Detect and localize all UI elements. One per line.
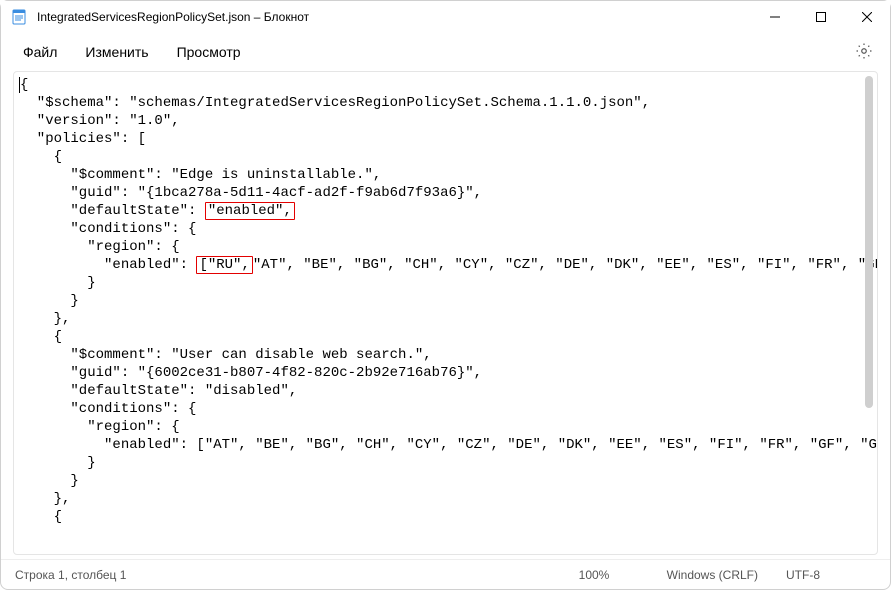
minimize-button[interactable] <box>752 1 798 33</box>
code-line: "version": "1.0", <box>20 113 180 129</box>
status-bar: Строка 1, столбец 1 100% Windows (CRLF) … <box>1 559 890 589</box>
code-line: { <box>20 149 62 165</box>
maximize-button[interactable] <box>798 1 844 33</box>
code-line: "enabled": <box>20 257 196 273</box>
menu-bar: Файл Изменить Просмотр <box>1 33 890 71</box>
menu-edit[interactable]: Изменить <box>71 38 162 66</box>
code-line: "region": { <box>20 239 180 255</box>
scrollbar-thumb[interactable] <box>865 76 873 408</box>
code-line: }, <box>20 491 70 507</box>
code-line: "AT", "BE", "BG", "CH", "CY", "CZ", "DE"… <box>253 257 878 273</box>
code-line: "guid": "{1bca278a-5d11-4acf-ad2f-f9ab6d… <box>20 185 482 201</box>
menu-view[interactable]: Просмотр <box>163 38 255 66</box>
code-line: "conditions": { <box>20 221 196 237</box>
code-line: "conditions": { <box>20 401 196 417</box>
code-line: "$comment": "User can disable web search… <box>20 347 432 363</box>
code-line: } <box>20 473 79 489</box>
code-line: "defaultState": <box>20 203 205 219</box>
status-line-ending[interactable]: Windows (CRLF) <box>667 568 758 582</box>
code-line: "policies": [ <box>20 131 146 147</box>
code-line: }, <box>20 311 70 327</box>
highlight-enabled: "enabled", <box>205 202 295 220</box>
vertical-scrollbar[interactable] <box>865 76 875 550</box>
window-title: IntegratedServicesRegionPolicySet.json –… <box>37 10 309 24</box>
status-encoding[interactable]: UTF-8 <box>786 568 876 582</box>
menu-file[interactable]: Файл <box>9 38 71 66</box>
code-line: } <box>20 275 96 291</box>
code-line: { <box>20 329 62 345</box>
code-line: { <box>20 77 28 93</box>
code-line: "$schema": "schemas/IntegratedServicesRe… <box>20 95 650 111</box>
code-line: "$comment": "Edge is uninstallable.", <box>20 167 381 183</box>
gear-icon <box>855 42 873 63</box>
code-line: } <box>20 293 79 309</box>
status-zoom[interactable]: 100% <box>579 568 639 582</box>
text-editor[interactable]: { "$schema": "schemas/IntegratedServices… <box>13 71 878 555</box>
status-position: Строка 1, столбец 1 <box>15 568 126 582</box>
settings-button[interactable] <box>846 34 882 70</box>
code-line: "enabled": ["AT", "BE", "BG", "CH", "CY"… <box>20 437 878 453</box>
code-line: { <box>20 509 62 525</box>
code-line: "region": { <box>20 419 180 435</box>
highlight-ru: ["RU", <box>196 256 252 274</box>
window-titlebar: IntegratedServicesRegionPolicySet.json –… <box>1 1 890 33</box>
code-line: } <box>20 455 96 471</box>
notepad-icon <box>11 9 27 25</box>
close-button[interactable] <box>844 1 890 33</box>
code-line: "defaultState": "disabled", <box>20 383 297 399</box>
code-content[interactable]: { "$schema": "schemas/IntegratedServices… <box>14 72 877 530</box>
code-line: "guid": "{6002ce31-b807-4f82-820c-2b92e7… <box>20 365 482 381</box>
